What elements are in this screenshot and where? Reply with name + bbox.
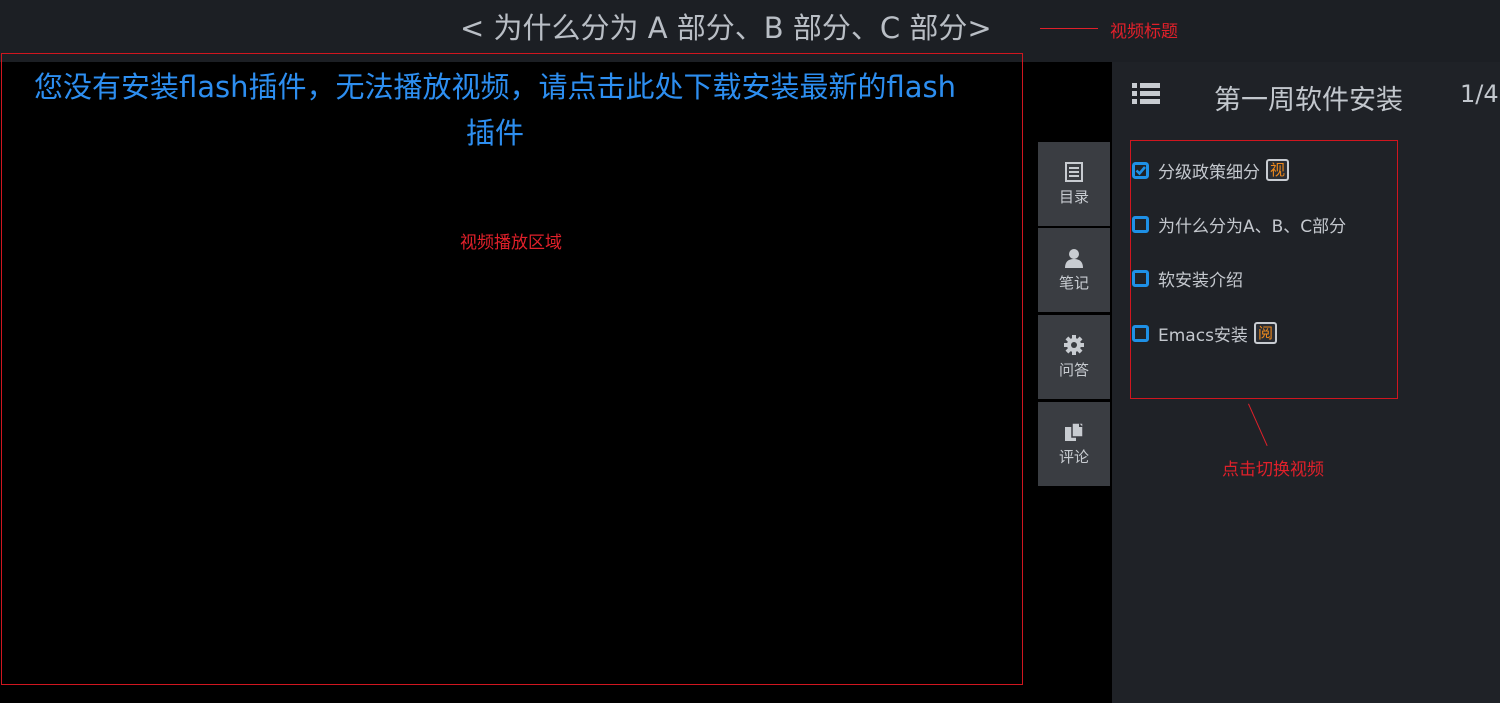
list-item-label: 软安装介绍 [1158, 270, 1243, 291]
qa-label: 问答 [1058, 360, 1089, 379]
notes-button[interactable]: 笔记 [1038, 228, 1110, 312]
panel-title: 第一周软件安装 [1214, 85, 1403, 116]
comments-button[interactable]: 评论 [1038, 402, 1110, 486]
checked-checkbox-icon[interactable] [1132, 161, 1149, 179]
list-item-label: 为什么分为A、B、C部分 [1158, 216, 1347, 237]
list-item[interactable]: 分级政策细分 视 [1132, 157, 1290, 183]
title-annotation-line [1040, 28, 1098, 29]
tool-column: 目录 笔记 问答 评论 [1038, 62, 1112, 703]
checkbox-icon[interactable] [1132, 215, 1149, 233]
catalog-label: 目录 [1058, 187, 1089, 206]
list-icon[interactable] [1132, 82, 1160, 106]
list-item[interactable]: Emacs安装 阅 [1132, 320, 1277, 346]
video-title[interactable]: < 为什么分为 A 部分、B 部分、C 部分> [460, 8, 992, 48]
list-item-label: 分级政策细分 [1158, 162, 1260, 183]
title-annotation: 视频标题 [1110, 22, 1178, 42]
player-annotation: 视频播放区域 [460, 233, 562, 253]
video-badge: 视 [1266, 159, 1290, 181]
catalog-button[interactable]: 目录 [1038, 142, 1110, 226]
checkbox-icon[interactable] [1132, 269, 1149, 287]
list-item[interactable]: 为什么分为A、B、C部分 [1132, 211, 1346, 237]
list-item[interactable]: 软安装介绍 [1132, 265, 1243, 291]
catalog-icon [1064, 161, 1084, 182]
comments-label: 评论 [1058, 447, 1089, 466]
checkbox-icon[interactable] [1132, 324, 1149, 342]
notes-label: 笔记 [1058, 273, 1089, 292]
gear-icon [1064, 334, 1084, 355]
comment-icon [1064, 421, 1084, 442]
list-item-label: Emacs安装 [1158, 325, 1248, 346]
reading-badge: 阅 [1253, 322, 1277, 344]
user-icon [1064, 248, 1084, 268]
panel-count: 1/4 [1460, 80, 1499, 108]
list-annotation: 点击切换视频 [1222, 460, 1324, 480]
qa-button[interactable]: 问答 [1038, 315, 1110, 399]
player-annotation-frame [1, 53, 1023, 685]
